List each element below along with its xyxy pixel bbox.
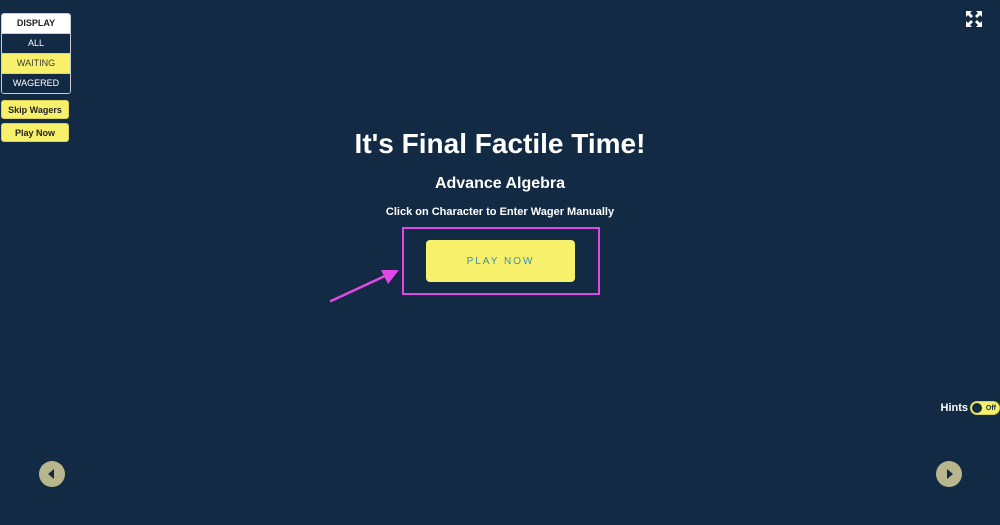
display-option-waiting[interactable]: WAITING <box>2 54 70 74</box>
play-now-button[interactable]: PLAY NOW <box>426 240 575 282</box>
display-title: DISPLAY <box>2 14 70 34</box>
game-subtitle: Advance Algebra <box>434 175 566 192</box>
previous-button[interactable] <box>39 461 65 487</box>
page-title: It's Final Factile Time! <box>354 128 646 159</box>
chevron-right-icon <box>947 469 953 479</box>
chevron-left-icon <box>48 469 54 479</box>
display-panel: DISPLAY ALL WAITING WAGERED <box>1 13 71 94</box>
display-option-wagered[interactable]: WAGERED <box>2 74 70 93</box>
next-button[interactable] <box>936 461 962 487</box>
skip-wagers-button[interactable]: Skip Wagers <box>1 100 69 119</box>
hints-control: Hints Off <box>941 401 1000 415</box>
toggle-knob <box>972 403 982 413</box>
hints-label: Hints <box>940 402 969 414</box>
fullscreen-icon[interactable] <box>966 11 982 27</box>
annotation-arrow-icon <box>329 270 399 303</box>
instruction-text: Click on Character to Enter Wager Manual… <box>385 206 615 218</box>
hints-toggle-state: Off <box>985 405 996 412</box>
hints-toggle[interactable]: Off <box>970 401 1000 415</box>
display-option-all[interactable]: ALL <box>2 34 70 54</box>
